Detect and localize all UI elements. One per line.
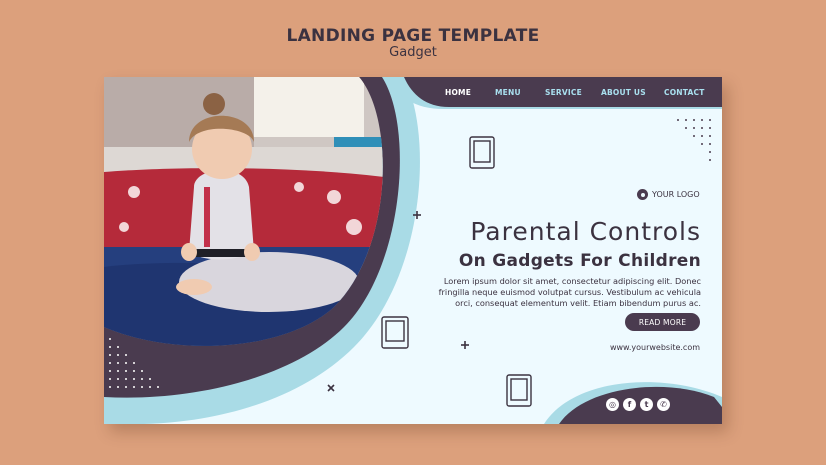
logo-text: YOUR LOGO <box>652 190 700 199</box>
whatsapp-icon[interactable]: ✆ <box>657 398 670 411</box>
brand-logo[interactable]: YOUR LOGO <box>637 189 700 200</box>
tablet-icon-bottom <box>506 374 532 407</box>
header-title: LANDING PAGE TEMPLATE <box>286 26 540 46</box>
dot-grid-top-right <box>677 119 711 161</box>
hero-body: Lorem ipsum dolor sit amet, consectetur … <box>438 276 701 308</box>
read-more-button[interactable]: READ MORE <box>625 313 700 331</box>
tablet-icon-top <box>469 136 495 169</box>
nav-service[interactable]: SERVICE <box>545 88 582 97</box>
logo-icon <box>637 189 648 200</box>
nav-about-us[interactable]: ABOUT US <box>601 88 646 97</box>
instagram-icon[interactable]: ◎ <box>606 398 619 411</box>
hero-headline: Parental Controls <box>470 217 701 246</box>
header-subtitle: Gadget <box>389 45 437 60</box>
twitter-icon[interactable]: t <box>640 398 653 411</box>
nav-menu[interactable]: MENU <box>495 88 521 97</box>
nav-contact[interactable]: CONTACT <box>664 88 705 97</box>
social-links: ◎ f t ✆ <box>606 398 670 411</box>
tablet-icon-middle <box>381 316 409 349</box>
nav-home[interactable]: HOME <box>445 88 471 97</box>
main-nav: HOME MENU SERVICE ABOUT US CONTACT <box>442 85 722 101</box>
landing-card: HOME MENU SERVICE ABOUT US CONTACT YOUR … <box>104 77 722 424</box>
website-url[interactable]: www.yourwebsite.com <box>574 343 700 352</box>
hero-subheadline: On Gadgets For Children <box>458 251 701 271</box>
facebook-icon[interactable]: f <box>623 398 636 411</box>
